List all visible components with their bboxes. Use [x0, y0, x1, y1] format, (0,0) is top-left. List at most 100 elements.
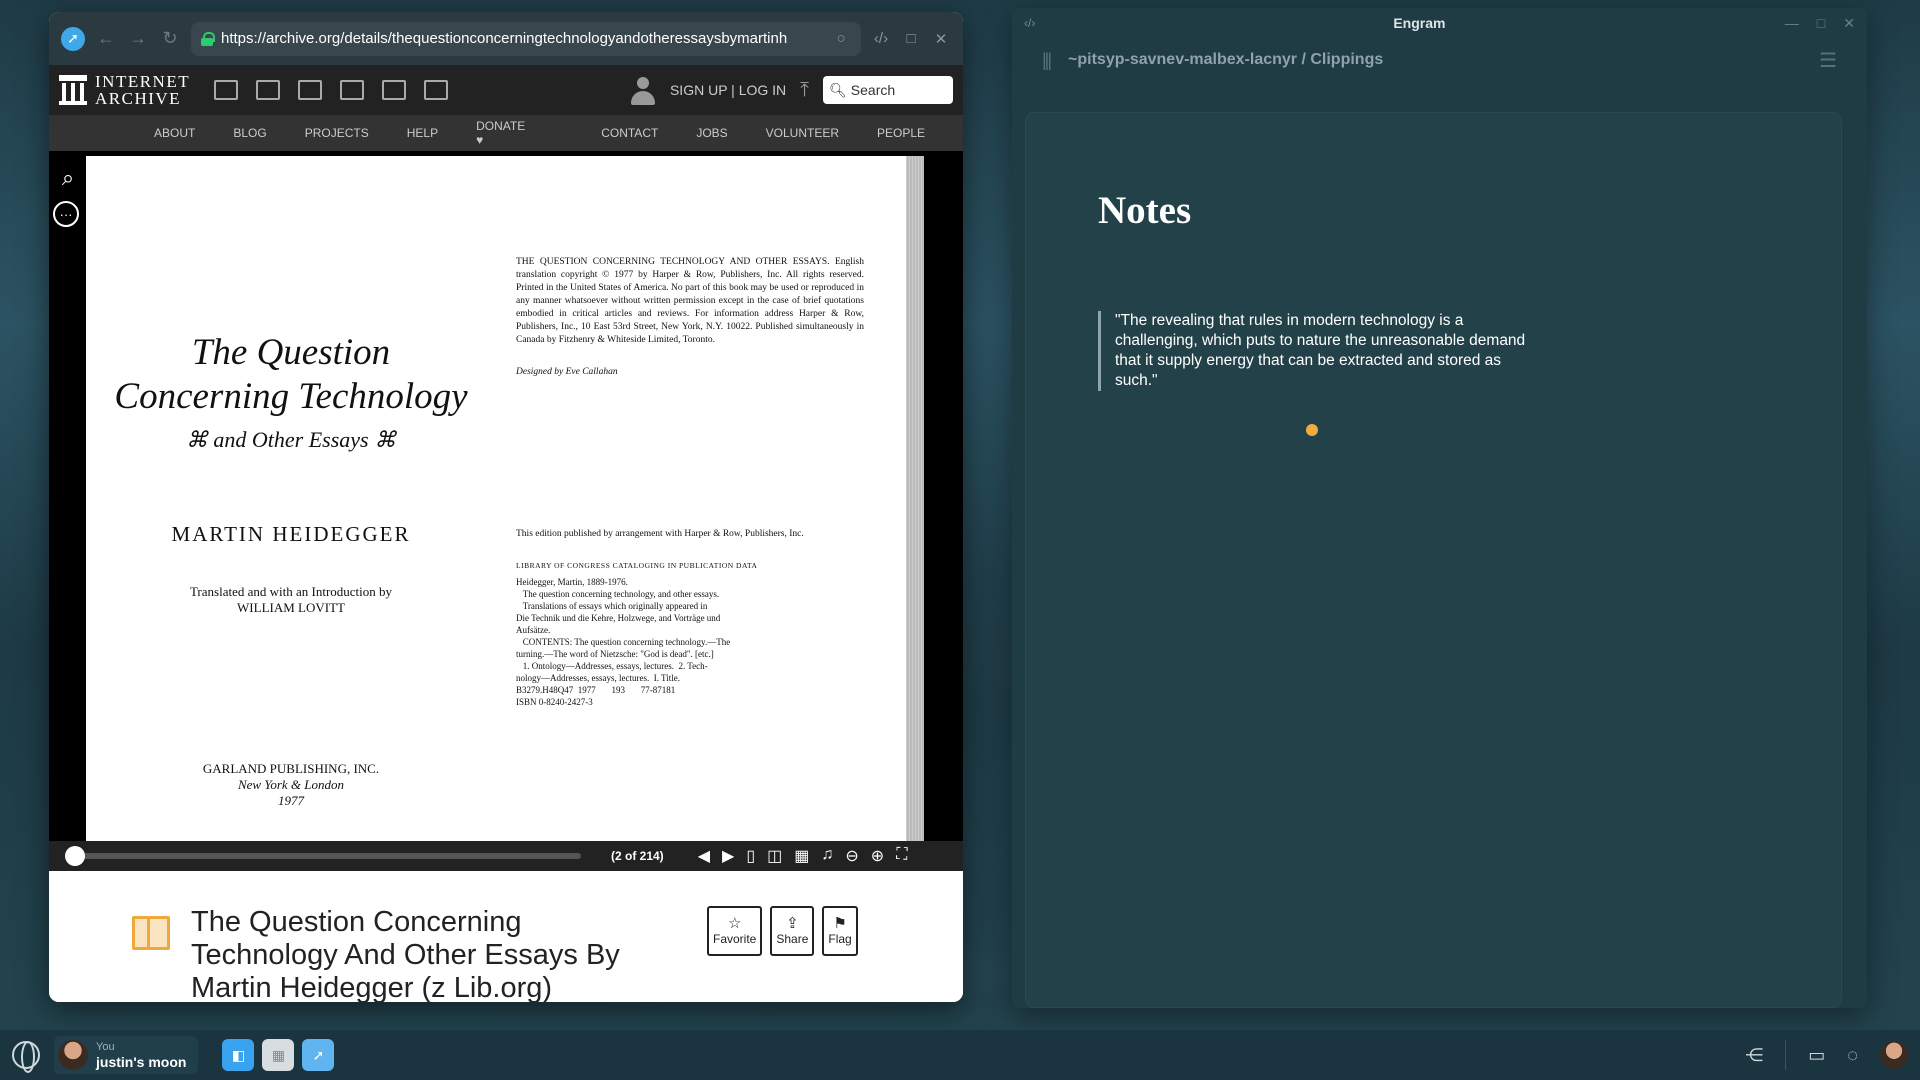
nav-projects[interactable]: PROJECTS [305, 126, 369, 140]
book-subtitle: ⌘ and Other Essays ⌘ [185, 427, 397, 452]
thumbnail-view-icon[interactable]: ▦ [794, 846, 809, 866]
nav-contact[interactable]: CONTACT [601, 126, 658, 140]
folder-icon[interactable]: ▭ [1808, 1045, 1825, 1066]
menu-icon[interactable]: ☰ [1819, 48, 1837, 73]
nav-volunteer[interactable]: VOLUNTEER [766, 126, 839, 140]
book-page: The Question Concerning Technology ⌘ and… [86, 156, 906, 846]
more-options-icon[interactable]: ··· [53, 201, 79, 227]
designer-credit: Designed by Eve Callahan [516, 367, 618, 377]
zoom-in-icon[interactable]: ⊕ [871, 846, 884, 866]
ia-nav: ABOUT BLOG PROJECTS HELP DONATE ♥ CONTAC… [49, 115, 963, 151]
flag-icon: ⚑ [833, 915, 847, 932]
nav-blog[interactable]: BLOG [233, 126, 266, 140]
globe-icon[interactable] [12, 1041, 40, 1073]
prev-page-icon[interactable]: ◀ [698, 846, 710, 866]
share-button[interactable]: ⇪ Share [770, 906, 815, 956]
copyright-notice: THE QUESTION CONCERNING TECHNOLOGY AND O… [516, 257, 864, 345]
ia-header: INTERNET ARCHIVE SIGN UP | LOG IN ⤒ 🔍︎ S… [49, 65, 963, 115]
loc-heading: LIBRARY OF CONGRESS CATALOGING IN PUBLIC… [516, 561, 758, 570]
app-generic-icon[interactable]: ▦ [262, 1039, 295, 1071]
flag-button[interactable]: ⚑ Flag [822, 906, 858, 956]
upload-icon[interactable]: ⤒ [800, 79, 809, 102]
software-icon[interactable] [382, 80, 407, 100]
loc-data: Heidegger, Martin, 1889-1976. The questi… [516, 577, 731, 707]
star-icon: ☆ [727, 915, 742, 932]
search-placeholder: Search [850, 82, 896, 98]
code-icon[interactable]: ‹/› [1024, 16, 1054, 30]
drag-handle-icon[interactable]: ||| [1042, 50, 1052, 71]
browser-toolbar: ➚ ← → ↻ https://archive.org/details/theq… [49, 12, 963, 65]
book-icon [132, 916, 170, 950]
app-safari-icon[interactable]: ➚ [302, 1039, 335, 1071]
maximize-icon[interactable]: □ [901, 30, 921, 47]
note-quote[interactable]: "The revealing that rules in modern tech… [1098, 311, 1538, 391]
heart-icon: ♥ [476, 133, 484, 147]
close-icon[interactable]: ✕ [1843, 15, 1855, 32]
engram-titlebar: ‹/› Engram — □ ✕ [1012, 8, 1867, 38]
forward-icon[interactable]: → [127, 28, 149, 49]
search-icon[interactable]: ⌕ [53, 163, 83, 193]
url-text: https://archive.org/details/thequestionc… [221, 30, 788, 47]
share-network-icon[interactable]: ⋲ [1745, 1045, 1763, 1066]
item-metadata: The Question Concerning Technology And O… [49, 886, 963, 1002]
nav-help[interactable]: HELP [407, 126, 438, 140]
one-page-view-icon[interactable]: ▯ [746, 846, 755, 866]
ia-logo[interactable]: INTERNET ARCHIVE [59, 73, 190, 107]
user-icon[interactable] [630, 75, 656, 105]
book-reader: ⌕ ··· The Question Concerning Technology… [49, 151, 963, 871]
signup-login-link[interactable]: SIGN UP | LOG IN [670, 82, 786, 98]
two-page-view-icon[interactable]: ◫ [767, 846, 782, 866]
nav-about[interactable]: ABOUT [154, 126, 195, 140]
safari-compass-icon[interactable]: ➚ [61, 26, 85, 51]
browser-window: ➚ ← → ↻ https://archive.org/details/theq… [49, 12, 963, 1002]
item-title: The Question Concerning Technology And O… [191, 906, 620, 1002]
app-engram-icon[interactable]: ◧ [222, 1039, 255, 1071]
chat-icon[interactable]: ◌ [1847, 1045, 1858, 1066]
share-icon: ⇪ [786, 915, 799, 932]
reader-tools: ⌕ ··· [49, 151, 86, 871]
scrubber-knob[interactable] [65, 846, 85, 866]
lock-icon [201, 31, 215, 46]
engram-title: Engram [1393, 15, 1446, 31]
reload-icon[interactable]: ↻ [159, 28, 181, 49]
ia-logo-line1: INTERNET [95, 72, 191, 91]
code-icon[interactable]: ‹/› [871, 30, 891, 47]
search-icon[interactable]: ○ [831, 30, 851, 47]
read-aloud-icon[interactable]: ♫ [821, 846, 833, 866]
page-count: (2 of 214) [611, 849, 664, 863]
ia-search-input[interactable]: 🔍︎ Search [823, 76, 953, 104]
next-page-icon[interactable]: ▶ [722, 846, 734, 866]
user-pill[interactable]: You justin's moon [54, 1036, 199, 1074]
translator-credit: Translated and with an Introduction by W… [189, 584, 393, 615]
notes-card: Notes "The revealing that rules in moder… [1025, 112, 1842, 1008]
avatar[interactable] [1880, 1041, 1908, 1069]
web-icon[interactable] [214, 80, 239, 100]
nav-jobs[interactable]: JOBS [696, 126, 727, 140]
book-author: MARTIN HEIDEGGER [171, 522, 411, 546]
favorite-button[interactable]: ☆ Favorite [707, 906, 763, 956]
nav-people[interactable]: PEOPLE [877, 126, 925, 140]
images-icon[interactable] [424, 80, 449, 100]
user-name: justin's moon [96, 1054, 187, 1070]
minimize-icon[interactable]: — [1785, 15, 1799, 32]
zoom-out-icon[interactable]: ⊖ [845, 846, 858, 866]
video-icon[interactable] [298, 80, 323, 100]
back-icon[interactable]: ← [95, 28, 117, 49]
book-title-line2: Concerning Technology [114, 376, 468, 417]
fullscreen-icon[interactable]: ⛶ [896, 846, 907, 866]
engram-breadcrumb-bar: ||| ~pitsyp-savnev-malbex-lacnyr / Clipp… [1012, 38, 1867, 82]
close-icon[interactable]: ✕ [931, 30, 951, 48]
page-scrubber[interactable] [65, 846, 581, 866]
nav-donate[interactable]: DONATE ♥ [476, 119, 563, 147]
address-bar[interactable]: https://archive.org/details/thequestionc… [191, 21, 861, 56]
audio-icon[interactable] [340, 80, 365, 100]
user-label: You [96, 1041, 115, 1053]
texts-icon[interactable] [256, 80, 281, 100]
edition-note: This edition published by arrangement wi… [516, 529, 804, 539]
notes-heading: Notes [1098, 189, 1192, 232]
page-stack-edge [906, 156, 924, 846]
maximize-icon[interactable]: □ [1817, 15, 1825, 32]
breadcrumb[interactable]: ~pitsyp-savnev-malbex-lacnyr / Clippings [1068, 51, 1383, 69]
engram-window: ‹/› Engram — □ ✕ ||| ~pitsyp-savnev-malb… [1012, 8, 1867, 1008]
book-title-line1: The Question [191, 332, 391, 373]
